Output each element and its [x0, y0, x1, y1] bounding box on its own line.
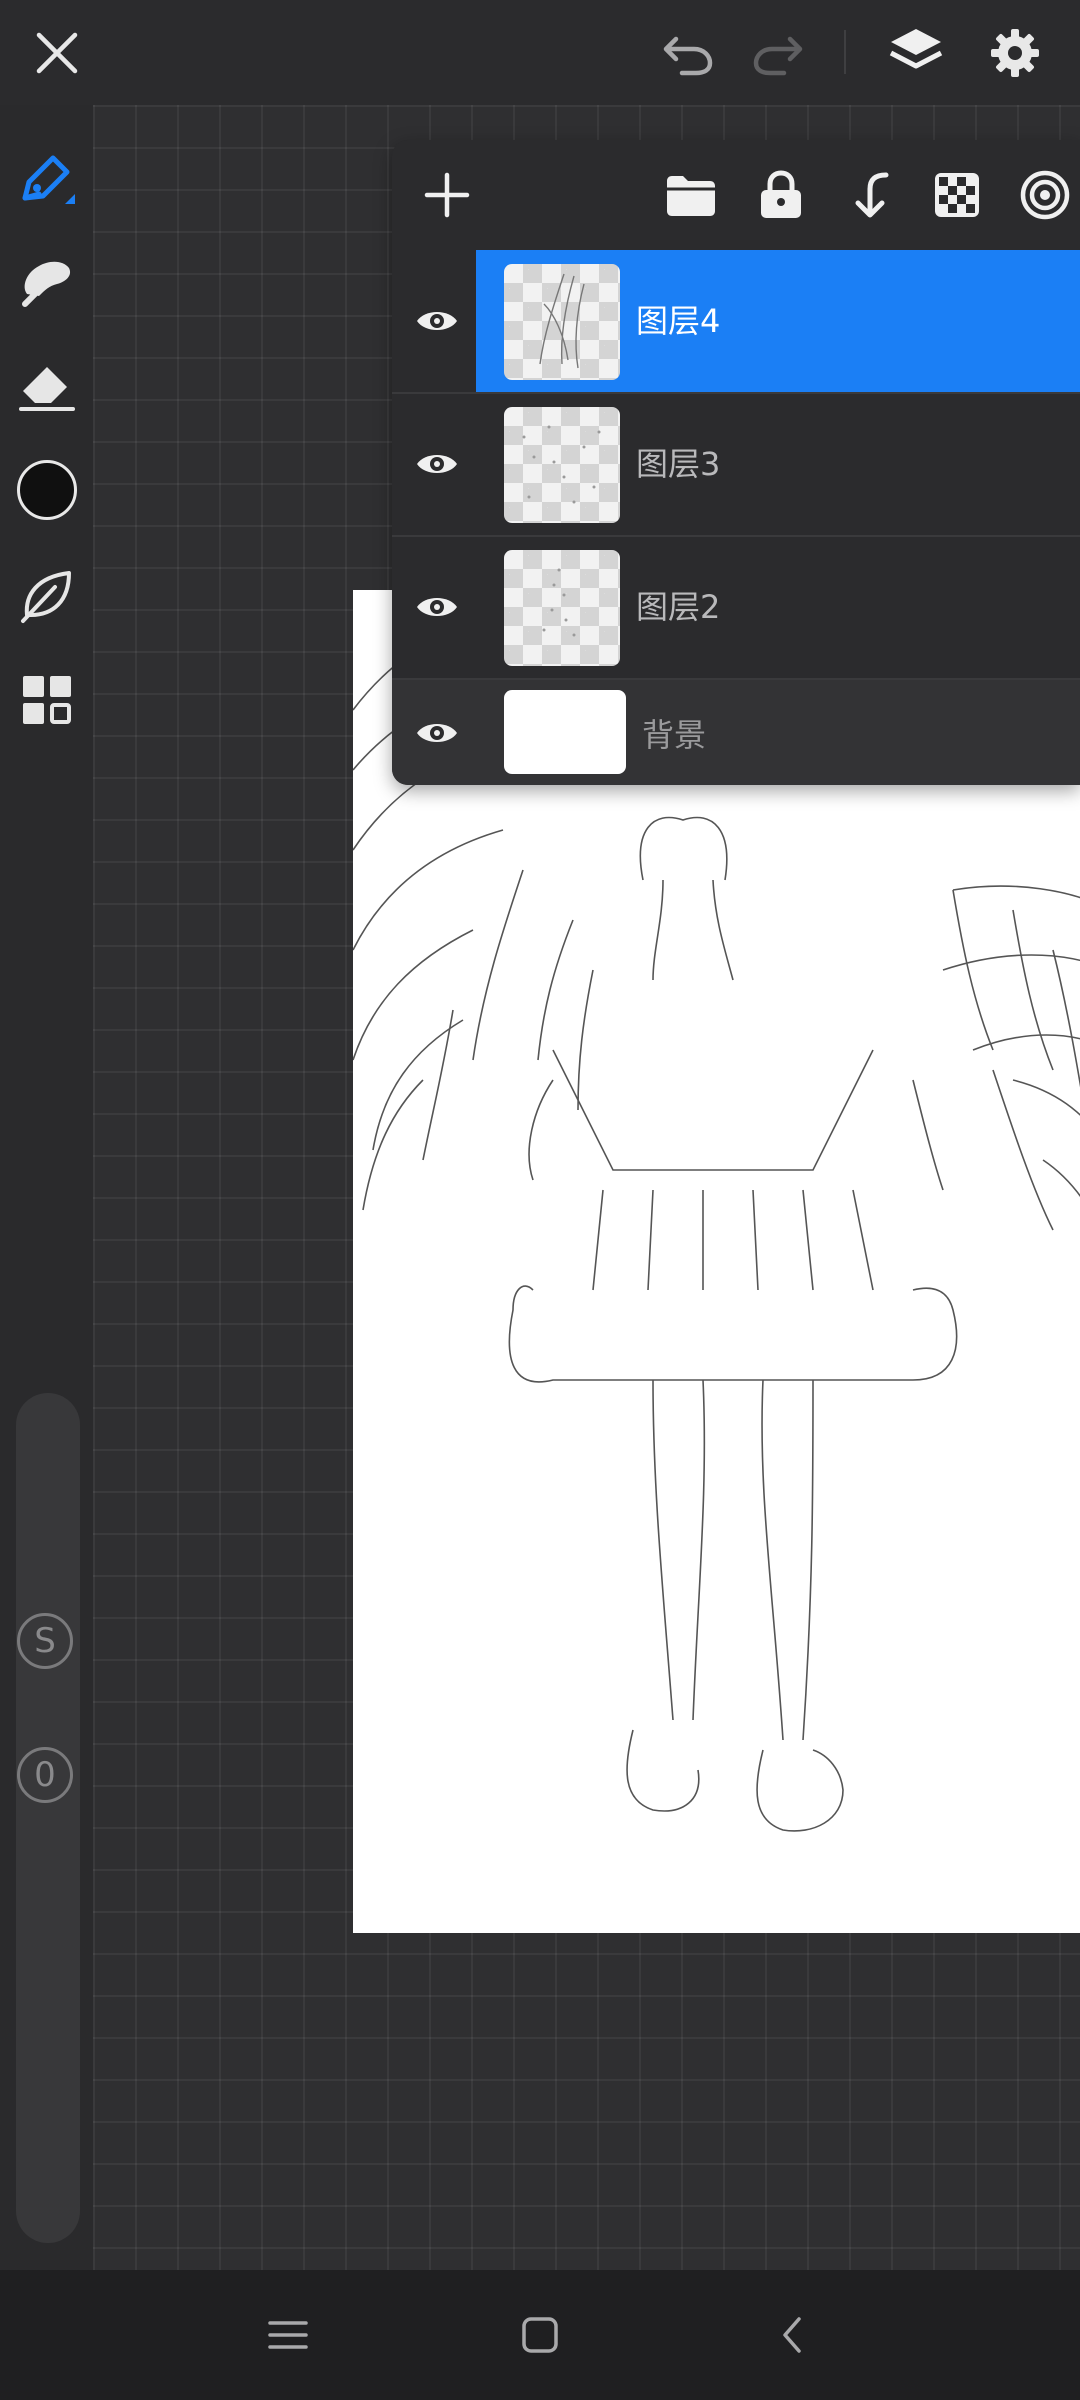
layer-row-layer4[interactable]: 图层4: [392, 250, 1080, 392]
eye-icon[interactable]: [412, 439, 462, 489]
layer-name: 图层3: [636, 445, 721, 483]
layer-thumbnail: [504, 264, 620, 380]
layer-selection-highlight: 图层4: [476, 250, 1080, 392]
size-button[interactable]: S: [17, 1613, 73, 1669]
smudge-icon[interactable]: [0, 235, 93, 325]
menu-icon[interactable]: [248, 2300, 328, 2370]
left-toolbar: S 0: [0, 105, 93, 2270]
close-icon[interactable]: [22, 18, 92, 88]
transparency-icon[interactable]: [924, 162, 990, 228]
layer-row-layer2[interactable]: 图层2: [392, 536, 1080, 678]
lock-icon[interactable]: [748, 162, 814, 228]
folder-icon[interactable]: [658, 162, 724, 228]
layer-row-background[interactable]: 背景: [392, 680, 1080, 785]
merge-down-icon[interactable]: [836, 162, 902, 228]
add-layer-icon[interactable]: [414, 162, 480, 228]
eye-icon[interactable]: [412, 296, 462, 346]
layer-content: 图层3: [476, 393, 1080, 535]
right-wing-lineart: [942, 885, 1080, 1231]
artwork-canvas[interactable]: [353, 590, 1080, 1933]
system-navigation-bar: [0, 2270, 1080, 2400]
layers-panel: 图层4 图层3 图层2 背景: [392, 140, 1080, 785]
layer-row-layer3[interactable]: 图层3: [392, 393, 1080, 535]
gallery-icon[interactable]: [0, 655, 93, 745]
opacity-button[interactable]: 0: [17, 1747, 73, 1803]
layer-thumbnail: [504, 407, 620, 523]
gear-icon[interactable]: [980, 18, 1050, 88]
back-icon[interactable]: [752, 2300, 832, 2370]
top-toolbar: [0, 0, 1080, 105]
layer-content: 图层2: [476, 536, 1080, 678]
layer-name: 图层2: [636, 588, 721, 626]
layer-name: 图层4: [636, 302, 721, 340]
current-color-circle: [16, 460, 77, 520]
size-opacity-slider-track[interactable]: [16, 1393, 80, 2243]
target-icon[interactable]: [1012, 162, 1078, 228]
figure-lineart: [508, 816, 958, 1832]
eraser-icon[interactable]: [0, 340, 93, 430]
leaf-icon[interactable]: [0, 550, 93, 640]
layer-thumbnail: [504, 690, 626, 774]
layer-name: 背景: [642, 716, 707, 754]
redo-icon[interactable]: [740, 18, 816, 88]
brush-icon[interactable]: [0, 135, 93, 225]
layers-panel-toolbar: [392, 140, 1080, 250]
eye-icon[interactable]: [412, 582, 462, 632]
undo-icon[interactable]: [650, 18, 726, 88]
layers-icon[interactable]: [878, 16, 954, 90]
layer-thumbnail: [504, 550, 620, 666]
home-icon[interactable]: [500, 2300, 580, 2370]
eye-icon[interactable]: [412, 708, 462, 758]
toolbar-divider: [844, 30, 846, 74]
layer-content: 背景: [476, 680, 1080, 785]
color-swatch[interactable]: [0, 445, 93, 535]
